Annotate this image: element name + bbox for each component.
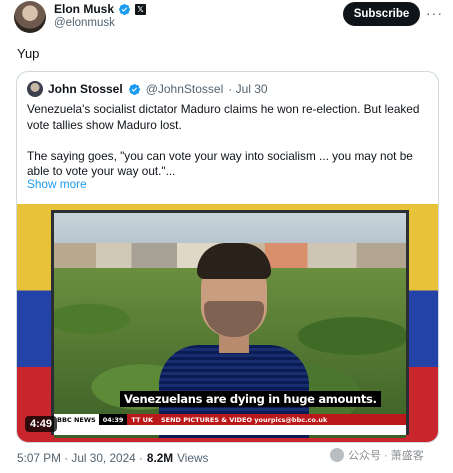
quote-body: Venezuela's socialist dictator Maduro cl… bbox=[27, 102, 431, 195]
quote-time[interactable]: · Jul 30 bbox=[228, 82, 267, 96]
news-ticker: BBC NEWS 04:39 TT UK SEND PICTURES & VID… bbox=[54, 414, 406, 425]
video-frame: Venezuelans are dying in huge amounts. B… bbox=[51, 210, 409, 438]
watermark: 公众号 · 萧盛客 bbox=[330, 447, 424, 463]
subscribe-button[interactable]: Subscribe bbox=[343, 2, 420, 26]
reporter-hair bbox=[197, 243, 271, 279]
wechat-icon bbox=[330, 448, 344, 462]
quote-paragraph-2: The saying goes, "you can vote your way … bbox=[27, 148, 413, 179]
quote-author-handle[interactable]: @JohnStossel bbox=[146, 82, 224, 96]
video-player[interactable]: Venezuelans are dying in huge amounts. B… bbox=[17, 204, 438, 442]
author-name[interactable]: Elon Musk bbox=[54, 2, 114, 16]
show-more-link[interactable]: Show more bbox=[27, 177, 87, 191]
quote-header: John Stossel @JohnStossel · Jul 30 bbox=[27, 81, 268, 97]
more-options-icon[interactable]: ··· bbox=[426, 5, 443, 21]
tweet-date[interactable]: 5:07 PM · Jul 30, 2024 · bbox=[17, 451, 143, 465]
verified-badge-icon bbox=[118, 3, 131, 15]
ticker-clock: 04:39 bbox=[98, 414, 128, 425]
video-duration: 4:49 bbox=[25, 416, 58, 432]
quote-paragraph-1: Venezuela's socialist dictator Maduro cl… bbox=[27, 102, 420, 132]
tweet-text: Yup bbox=[17, 46, 40, 61]
quote-avatar[interactable] bbox=[27, 81, 43, 97]
verified-badge-icon bbox=[128, 83, 140, 95]
quoted-tweet[interactable]: John Stossel @JohnStossel · Jul 30 Venez… bbox=[16, 71, 439, 443]
x-logo-icon: 𝕏 bbox=[135, 3, 147, 15]
ticker-channel: TT UK bbox=[131, 415, 153, 424]
views-label: Views bbox=[177, 451, 209, 465]
author-name-row: Elon Musk 𝕏 bbox=[54, 2, 147, 16]
ticker-text: SEND PICTURES & VIDEO yourpics@bbc.co.uk bbox=[161, 415, 328, 424]
views-count: 8.2M bbox=[146, 451, 174, 465]
quote-author-name[interactable]: John Stossel bbox=[48, 82, 123, 96]
avatar[interactable] bbox=[14, 1, 46, 33]
video-caption: Venezuelans are dying in huge amounts. bbox=[120, 391, 381, 407]
news-ticker-lower bbox=[54, 425, 406, 435]
reporter bbox=[159, 243, 309, 438]
watermark-text: 公众号 · 萧盛客 bbox=[348, 450, 424, 462]
bbc-news-logo: BBC NEWS bbox=[54, 414, 99, 425]
author-handle[interactable]: @elonmusk bbox=[54, 17, 115, 29]
tweet-footer: 5:07 PM · Jul 30, 2024 · 8.2M Views bbox=[17, 451, 208, 465]
tweet-header: Elon Musk 𝕏 @elonmusk Subscribe ··· bbox=[0, 0, 453, 36]
